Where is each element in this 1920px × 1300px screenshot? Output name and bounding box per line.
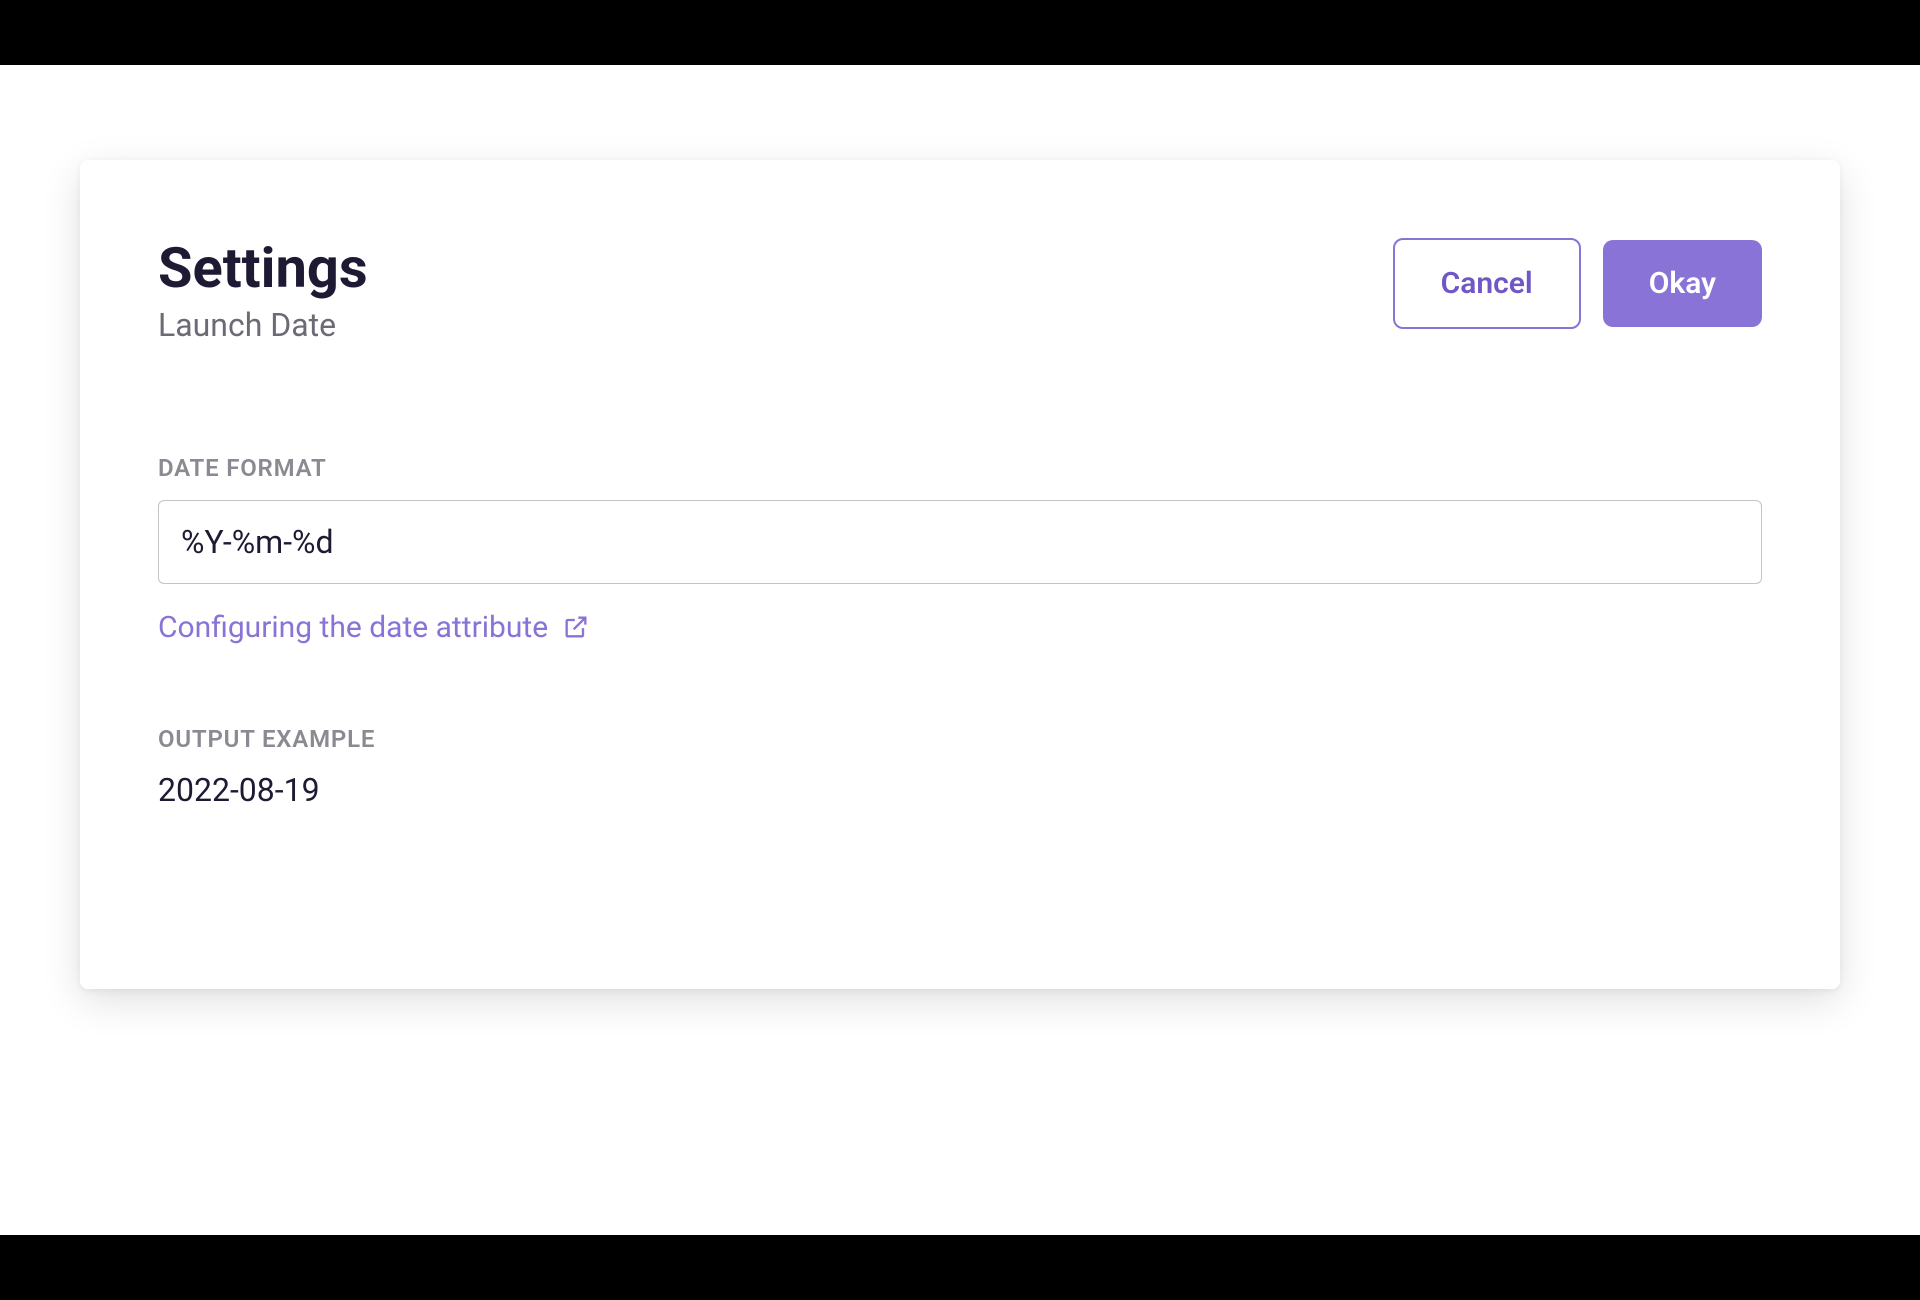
title-block: Settings Launch Date <box>158 238 368 344</box>
button-row: Cancel Okay <box>1393 238 1762 329</box>
date-format-section: DATE FORMAT Configuring the date attribu… <box>158 454 1762 645</box>
page-background: Settings Launch Date Cancel Okay DATE FO… <box>0 65 1920 1235</box>
external-link-icon <box>562 613 590 641</box>
date-format-label: DATE FORMAT <box>158 454 1762 482</box>
okay-button[interactable]: Okay <box>1603 240 1762 327</box>
page-title: Settings <box>158 238 368 300</box>
page-subtitle: Launch Date <box>158 306 368 344</box>
configure-date-attribute-link[interactable]: Configuring the date attribute <box>158 610 590 645</box>
date-format-input[interactable] <box>158 500 1762 584</box>
help-link-text: Configuring the date attribute <box>158 610 548 645</box>
output-example-value: 2022-08-19 <box>158 771 1762 809</box>
cancel-button[interactable]: Cancel <box>1393 238 1581 329</box>
header-row: Settings Launch Date Cancel Okay <box>158 238 1762 344</box>
settings-card: Settings Launch Date Cancel Okay DATE FO… <box>80 160 1840 989</box>
output-example-label: OUTPUT EXAMPLE <box>158 725 1762 753</box>
output-example-section: OUTPUT EXAMPLE 2022-08-19 <box>158 725 1762 809</box>
